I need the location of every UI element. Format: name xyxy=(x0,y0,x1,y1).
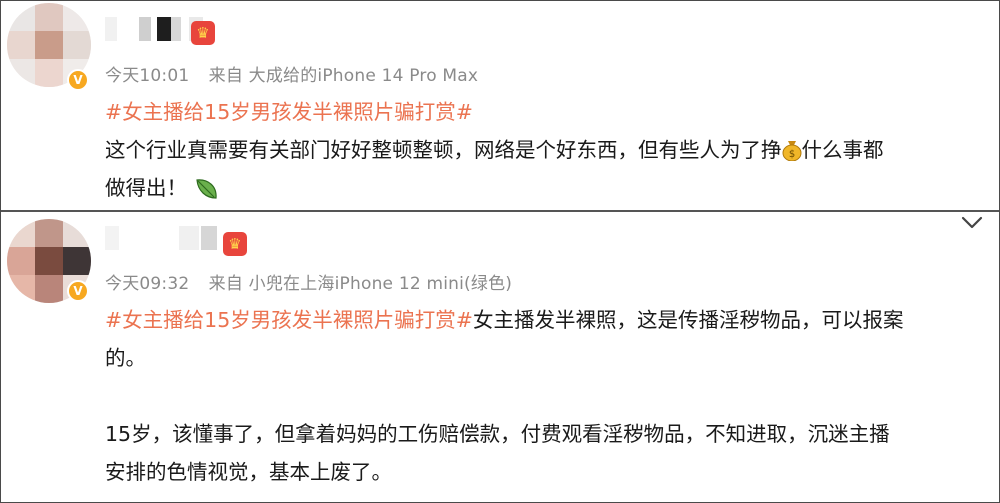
crown-badge-icon: ♛ xyxy=(223,232,247,256)
timestamp: 今天10:01 xyxy=(105,66,190,86)
chevron-down-icon[interactable] xyxy=(961,216,983,230)
body-text: 安排的色情视觉，基本上废了。 xyxy=(105,460,392,484)
body-line: #女主播给15岁男孩发半裸照片骗打赏# xyxy=(105,93,985,131)
timestamp: 今天09:32 xyxy=(105,274,190,294)
hashtag-link[interactable]: #女主播给15岁男孩发半裸照片骗打赏# xyxy=(105,100,473,124)
comment-meta: 今天09:32 来自 小兜在上海iPhone 12 mini(绿色) xyxy=(105,269,512,294)
body-line: 这个行业真需要有关部门好好整顿整顿，网络是个好东西，但有些人为了挣 $ 什么事都 xyxy=(105,131,985,169)
device-source: 来自 大成给的iPhone 14 Pro Max xyxy=(208,66,479,86)
body-line: #女主播给15岁男孩发半裸照片骗打赏#女主播发半裸照，这是传播淫秽物品，可以报案 xyxy=(105,301,985,339)
crown-badge-icon: ♛ xyxy=(191,21,215,45)
body-line: 安排的色情视觉，基本上废了。 xyxy=(105,453,985,491)
body-line: 做得出！ xyxy=(105,169,985,207)
comment-card: V ♛ 今天10:01 来自 大成给的iPhone 14 Pro Max #女主… xyxy=(1,1,999,210)
comment-body: #女主播给15岁男孩发半裸照片骗打赏# 这个行业真需要有关部门好好整顿整顿，网络… xyxy=(105,93,985,207)
body-text: 这个行业真需要有关部门好好整顿整顿，网络是个好东西，但有些人为了挣 xyxy=(105,138,782,162)
verified-badge-icon: V xyxy=(67,69,89,91)
body-text: 15岁，该懂事了，但拿着妈妈的工伤赔偿款，付费观看淫秽物品，不知进取，沉迷主播 xyxy=(105,422,890,446)
svg-text:$: $ xyxy=(788,149,794,160)
body-text: 做得出！ xyxy=(105,176,187,200)
comment-card: V ♛ 今天09:32 来自 小兜在上海iPhone 12 mini(绿色) #… xyxy=(1,212,999,502)
body-text: 的。 xyxy=(105,346,146,370)
comment-body: #女主播给15岁男孩发半裸照片骗打赏#女主播发半裸照，这是传播淫秽物品，可以报案… xyxy=(105,301,985,491)
body-line: 的。 xyxy=(105,339,985,377)
screenshot-frame: V ♛ 今天10:01 来自 大成给的iPhone 14 Pro Max #女主… xyxy=(0,0,1000,503)
comment-meta: 今天10:01 来自 大成给的iPhone 14 Pro Max xyxy=(105,61,478,86)
verified-badge-icon: V xyxy=(67,280,89,302)
body-text: 女主播发半裸照，这是传播淫秽物品，可以报案 xyxy=(472,308,904,332)
leaf-icon xyxy=(195,179,217,199)
body-line: 15岁，该懂事了，但拿着妈妈的工伤赔偿款，付费观看淫秽物品，不知进取，沉迷主播 xyxy=(105,415,985,453)
hashtag-link[interactable]: #女主播给15岁男孩发半裸照片骗打赏# xyxy=(105,308,473,332)
body-text: 什么事都 xyxy=(801,138,884,162)
money-bag-icon: $ xyxy=(782,141,801,161)
device-source: 来自 小兜在上海iPhone 12 mini(绿色) xyxy=(208,274,513,294)
